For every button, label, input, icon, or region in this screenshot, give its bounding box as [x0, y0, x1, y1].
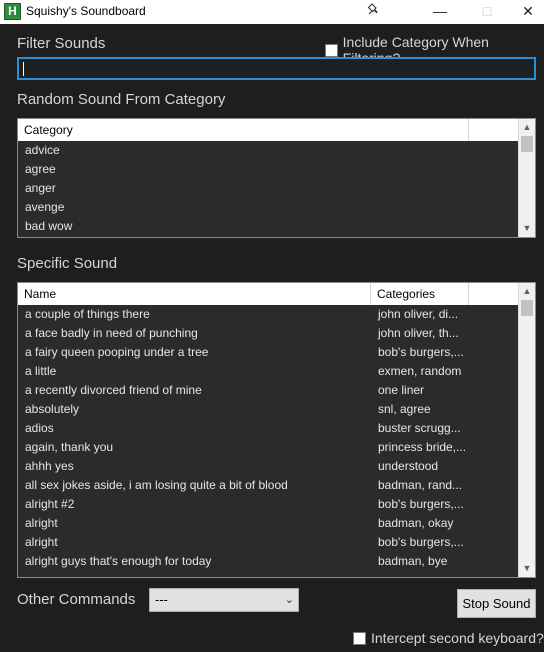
category-name: advice [25, 143, 60, 157]
pin-icon[interactable] [354, 0, 394, 24]
sound-categories: bob's burgers,... [378, 497, 464, 511]
list-item[interactable]: agree [18, 160, 518, 179]
scroll-thumb[interactable] [521, 300, 533, 316]
maximize-icon: □ [482, 3, 492, 19]
sound-rows: a couple of things there john oliver, di.… [18, 305, 467, 571]
scroll-down-icon[interactable]: ▼ [519, 560, 535, 577]
category-name: avenge [25, 200, 65, 214]
scroll-up-icon[interactable]: ▲ [519, 119, 535, 136]
random-sound-label: Random Sound From Category [17, 91, 226, 108]
sound-categories: understood [378, 459, 439, 473]
scroll-up-icon[interactable]: ▲ [519, 283, 535, 300]
table-row[interactable]: a little exmen, random [18, 362, 467, 381]
sound-categories: bob's burgers,... [378, 535, 464, 549]
title-bar: H Squishy's Soundboard — □ ✕ [0, 0, 544, 24]
category-scrollbar[interactable]: ▲ ▼ [518, 119, 535, 237]
table-row[interactable]: a recently divorced friend of mine one li… [18, 381, 467, 400]
category-name: anger [25, 181, 56, 195]
other-commands-label: Other Commands [17, 591, 136, 608]
table-row[interactable]: a fairy queen pooping under a tree bob's … [18, 343, 467, 362]
sound-name: absolutely [25, 402, 80, 416]
sound-name: alright guys that's enough for today [25, 554, 212, 568]
table-row[interactable]: alright #2 bob's burgers,... [18, 495, 467, 514]
sound-name: alright [25, 535, 58, 549]
table-row[interactable]: a face badly in need of punching john oli… [18, 324, 467, 343]
name-column-header[interactable]: Name [18, 283, 371, 305]
list-item[interactable]: advice [18, 141, 518, 160]
sound-categories: john oliver, di... [378, 307, 459, 321]
sound-name: a recently divorced friend of mine [25, 383, 202, 397]
intercept-keyboard-label: Intercept second keyboard? [371, 630, 544, 646]
sound-name: alright [25, 516, 58, 530]
sound-categories: badman, okay [378, 516, 454, 530]
list-item[interactable]: avenge [18, 198, 518, 217]
intercept-keyboard-check-box[interactable] [353, 631, 366, 645]
text-caret [23, 62, 24, 76]
sound-name: again, thank you [25, 440, 114, 454]
sound-categories: bob's burgers,... [378, 345, 464, 359]
category-rows: advice agree anger avenge bad wow [18, 141, 518, 236]
sound-name: alright #2 [25, 497, 75, 511]
sound-name: adios [25, 421, 54, 435]
intercept-keyboard-checkbox[interactable]: Intercept second keyboard? [353, 630, 544, 646]
list-item[interactable]: bad wow [18, 217, 518, 236]
minimize-icon[interactable]: — [420, 0, 460, 24]
sound-name: a fairy queen pooping under a tree [25, 345, 209, 359]
table-row[interactable]: ahhh yes understood [18, 457, 467, 476]
include-category-check-box[interactable] [325, 43, 338, 57]
stop-sound-button[interactable]: Stop Sound [457, 589, 536, 618]
other-commands-select[interactable]: --- ⌄ [149, 588, 299, 612]
close-icon[interactable]: ✕ [512, 0, 544, 24]
specific-sound-label: Specific Sound [17, 255, 118, 272]
sound-scrollbar[interactable]: ▲ ▼ [518, 283, 535, 577]
category-name: bad wow [25, 219, 73, 233]
filter-input[interactable] [17, 57, 536, 80]
chevron-down-icon: ⌄ [284, 594, 294, 606]
scroll-down-icon[interactable]: ▼ [519, 220, 535, 237]
list-item[interactable]: anger [18, 179, 518, 198]
sound-list[interactable]: Name Categories a couple of things there… [17, 282, 536, 578]
sound-categories: exmen, random [378, 364, 462, 378]
scroll-thumb[interactable] [521, 136, 533, 152]
sound-categories: princess bride,... [378, 440, 467, 454]
sound-name: a little [25, 364, 57, 378]
sound-name: ahhh yes [25, 459, 74, 473]
sound-name: a couple of things there [25, 307, 150, 321]
sound-name: all sex jokes aside, i am losing quite a… [25, 478, 288, 492]
sound-categories: badman, rand... [378, 478, 463, 492]
category-name: agree [25, 162, 56, 176]
header-filler [469, 283, 519, 305]
sound-categories: badman, bye [378, 554, 448, 568]
sound-list-header: Name Categories [18, 283, 519, 305]
table-row[interactable]: a couple of things there john oliver, di.… [18, 305, 467, 324]
table-row[interactable]: alright guys that's enough for today badm… [18, 552, 467, 571]
table-row[interactable]: all sex jokes aside, i am losing quite a… [18, 476, 467, 495]
table-row[interactable]: adios buster scrugg... [18, 419, 467, 438]
header-filler [469, 119, 519, 141]
sound-categories: one liner [378, 383, 425, 397]
sound-categories: john oliver, th... [378, 326, 459, 340]
app-icon: H [4, 3, 21, 20]
table-row[interactable]: alright badman, okay [18, 514, 467, 533]
sound-name: a face badly in need of punching [25, 326, 198, 340]
category-column-header[interactable]: Category [18, 119, 469, 141]
sound-categories: snl, agree [378, 402, 431, 416]
category-list-header: Category [18, 119, 519, 141]
filter-sounds-label: Filter Sounds [17, 35, 106, 52]
category-list[interactable]: Category advice agree anger avenge bad w… [17, 118, 536, 238]
table-row[interactable]: again, thank you princess bride,... [18, 438, 467, 457]
categories-column-header[interactable]: Categories [371, 283, 469, 305]
table-row[interactable]: absolutely snl, agree [18, 400, 467, 419]
sound-categories: buster scrugg... [378, 421, 461, 435]
window-title: Squishy's Soundboard [26, 4, 146, 18]
other-commands-value: --- [155, 592, 168, 607]
table-row[interactable]: alright bob's burgers,... [18, 533, 467, 552]
